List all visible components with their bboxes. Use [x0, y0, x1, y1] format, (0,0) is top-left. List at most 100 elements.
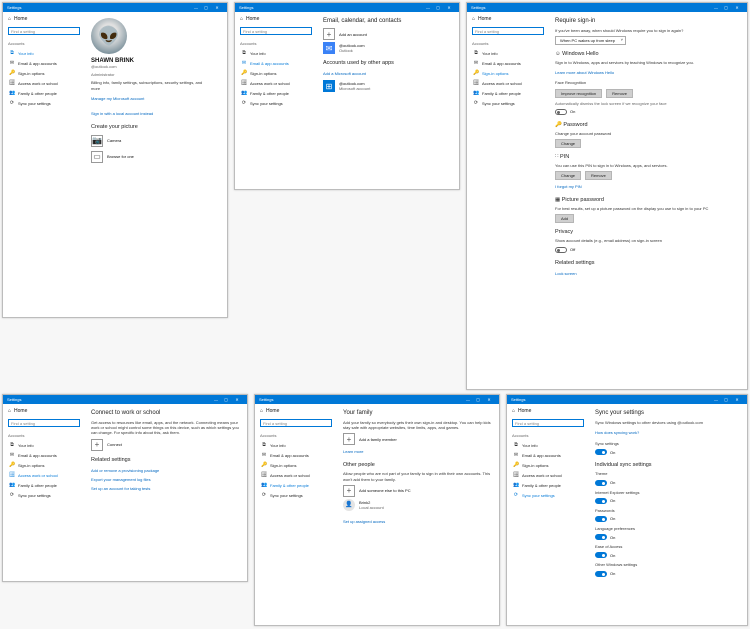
minimize-button[interactable]: —: [191, 3, 201, 12]
nav-sign-in[interactable]: 🔑Sign-in options: [240, 69, 311, 77]
export-logs-link[interactable]: Export your management log files: [91, 477, 151, 482]
sync-settings-toggle[interactable]: On: [595, 449, 615, 455]
titlebar[interactable]: Settings — ▢ ✕: [507, 395, 747, 404]
nav-your-info[interactable]: ⧉Your info: [8, 49, 79, 57]
user-brink2[interactable]: 👤 Brink2 Local account: [343, 499, 491, 511]
nav-sign-in[interactable]: 🔑Sign-in options: [8, 69, 79, 77]
nav-your-info[interactable]: ⧉Your info: [260, 441, 331, 449]
home-button[interactable]: ⌂Home: [260, 408, 331, 414]
nav-family[interactable]: 👥Family & other people: [472, 89, 543, 97]
change-password-button[interactable]: Change: [555, 139, 581, 148]
auto-dismiss-toggle[interactable]: On: [555, 109, 575, 115]
browse-option[interactable]: ▭ Browse for one: [91, 151, 134, 163]
sync-item-toggle[interactable]: On: [595, 498, 615, 504]
nav-sign-in[interactable]: 🔑Sign-in options: [8, 461, 79, 469]
search-input[interactable]: Find a setting: [8, 27, 80, 35]
nav-work[interactable]: 🗄Access work or school: [472, 79, 543, 87]
add-family-button[interactable]: + Add a family member: [343, 433, 491, 445]
nav-sync[interactable]: ⟳Sync your settings: [472, 99, 543, 107]
nav-your-info[interactable]: ⧉Your info: [512, 441, 583, 449]
maximize-button[interactable]: ▢: [721, 3, 731, 12]
close-button[interactable]: ✕: [483, 395, 495, 404]
sync-item-toggle[interactable]: On: [595, 534, 615, 540]
privacy-toggle[interactable]: Off: [555, 247, 575, 253]
nav-email[interactable]: ✉Email & app accounts: [512, 451, 583, 459]
forgot-pin-link[interactable]: I forgot my PIN: [555, 184, 582, 189]
nav-sign-in[interactable]: 🔑Sign-in options: [472, 69, 543, 77]
close-button[interactable]: ✕: [443, 3, 455, 12]
minimize-button[interactable]: —: [711, 395, 721, 404]
close-button[interactable]: ✕: [231, 395, 243, 404]
nav-sign-in[interactable]: 🔑Sign-in options: [260, 461, 331, 469]
maximize-button[interactable]: ▢: [721, 395, 731, 404]
home-button[interactable]: ⌂ Home: [8, 16, 79, 22]
nav-family[interactable]: 👥Family & other people: [260, 481, 331, 489]
nav-sync[interactable]: ⟳Sync your settings: [260, 491, 331, 499]
account-outlook[interactable]: ✉ @outlook.com Outlook: [323, 42, 451, 54]
sync-item-toggle[interactable]: On: [595, 480, 615, 486]
nav-family[interactable]: 👥Family & other people: [240, 89, 311, 97]
titlebar[interactable]: Settings — ▢ ✕: [235, 3, 459, 12]
close-button[interactable]: ✕: [211, 3, 223, 12]
tests-account-link[interactable]: Set up an account for taking tests: [91, 486, 150, 491]
learn-hello-link[interactable]: Learn more about Windows Hello: [555, 70, 614, 75]
sync-item-toggle[interactable]: On: [595, 552, 615, 558]
nav-email[interactable]: ✉Email & app accounts: [8, 59, 79, 67]
home-button[interactable]: ⌂Home: [240, 16, 311, 22]
nav-work[interactable]: 🗄Access work or school: [240, 79, 311, 87]
nav-email[interactable]: ✉Email & app accounts: [8, 451, 79, 459]
nav-your-info[interactable]: ⧉Your info: [472, 49, 543, 57]
nav-family[interactable]: 👥Family & other people: [8, 481, 79, 489]
how-sync-link[interactable]: How does syncing work?: [595, 430, 639, 435]
nav-sync[interactable]: ⟳Sync your settings: [8, 99, 79, 107]
nav-sync[interactable]: ⟳Sync your settings: [240, 99, 311, 107]
sync-item-toggle[interactable]: On: [595, 516, 615, 522]
manage-account-link[interactable]: Manage my Microsoft account: [91, 96, 144, 101]
nav-your-info[interactable]: ⧉Your info: [8, 441, 79, 449]
home-button[interactable]: ⌂Home: [472, 16, 543, 22]
search-input[interactable]: Find a setting: [260, 419, 332, 427]
add-account-button[interactable]: + Add an account: [323, 28, 451, 40]
nav-work[interactable]: 🗄Access work or school: [8, 471, 79, 479]
maximize-button[interactable]: ▢: [221, 395, 231, 404]
minimize-button[interactable]: —: [463, 395, 473, 404]
sign-local-link[interactable]: Sign in with a local account instead: [91, 111, 153, 116]
close-button[interactable]: ✕: [731, 3, 743, 12]
add-other-button[interactable]: + Add someone else to this PC: [343, 485, 491, 497]
account-microsoft[interactable]: ⊞ @outlook.com Microsoft account: [323, 80, 451, 92]
minimize-button[interactable]: —: [211, 395, 221, 404]
learn-more-link[interactable]: Learn more: [343, 449, 363, 454]
nav-work[interactable]: 🗄Access work or school: [260, 471, 331, 479]
minimize-button[interactable]: —: [711, 3, 721, 12]
assigned-access-link[interactable]: Set up assigned access: [343, 519, 385, 524]
titlebar[interactable]: Settings — ▢ ✕: [3, 395, 247, 404]
search-input[interactable]: Find a setting: [240, 27, 312, 35]
close-button[interactable]: ✕: [731, 395, 743, 404]
nav-email[interactable]: ✉Email & app accounts: [260, 451, 331, 459]
titlebar[interactable]: Settings — ▢ ✕: [255, 395, 499, 404]
sync-item-toggle[interactable]: On: [595, 571, 615, 577]
nav-your-info[interactable]: ⧉Your info: [240, 49, 311, 57]
maximize-button[interactable]: ▢: [201, 3, 211, 12]
titlebar[interactable]: Settings — ▢ ✕: [3, 3, 227, 12]
search-input[interactable]: Find a setting: [8, 419, 80, 427]
require-dropdown[interactable]: When PC wakes up from sleep: [555, 36, 626, 45]
nav-sync[interactable]: ⟳Sync your settings: [512, 491, 583, 499]
nav-sync[interactable]: ⟳Sync your settings: [8, 491, 79, 499]
titlebar[interactable]: Settings — ▢ ✕: [467, 3, 747, 12]
nav-sign-in[interactable]: 🔑Sign-in options: [512, 461, 583, 469]
change-pin-button[interactable]: Change: [555, 171, 581, 180]
improve-button[interactable]: Improve recognition: [555, 89, 602, 98]
provisioning-link[interactable]: Add or remove a provisioning package: [91, 468, 159, 473]
remove-pin-button[interactable]: Remove: [585, 171, 612, 180]
search-input[interactable]: Find a setting: [512, 419, 584, 427]
remove-face-button[interactable]: Remove: [606, 89, 633, 98]
add-ms-account-link[interactable]: Add a Microsoft account: [323, 71, 366, 76]
nav-family[interactable]: 👥Family & other people: [8, 89, 79, 97]
maximize-button[interactable]: ▢: [433, 3, 443, 12]
connect-button[interactable]: + Connect: [91, 439, 239, 451]
add-picpw-button[interactable]: Add: [555, 214, 574, 223]
nav-email[interactable]: ✉Email & app accounts: [240, 59, 311, 67]
home-button[interactable]: ⌂Home: [8, 408, 79, 414]
home-button[interactable]: ⌂Home: [512, 408, 583, 414]
